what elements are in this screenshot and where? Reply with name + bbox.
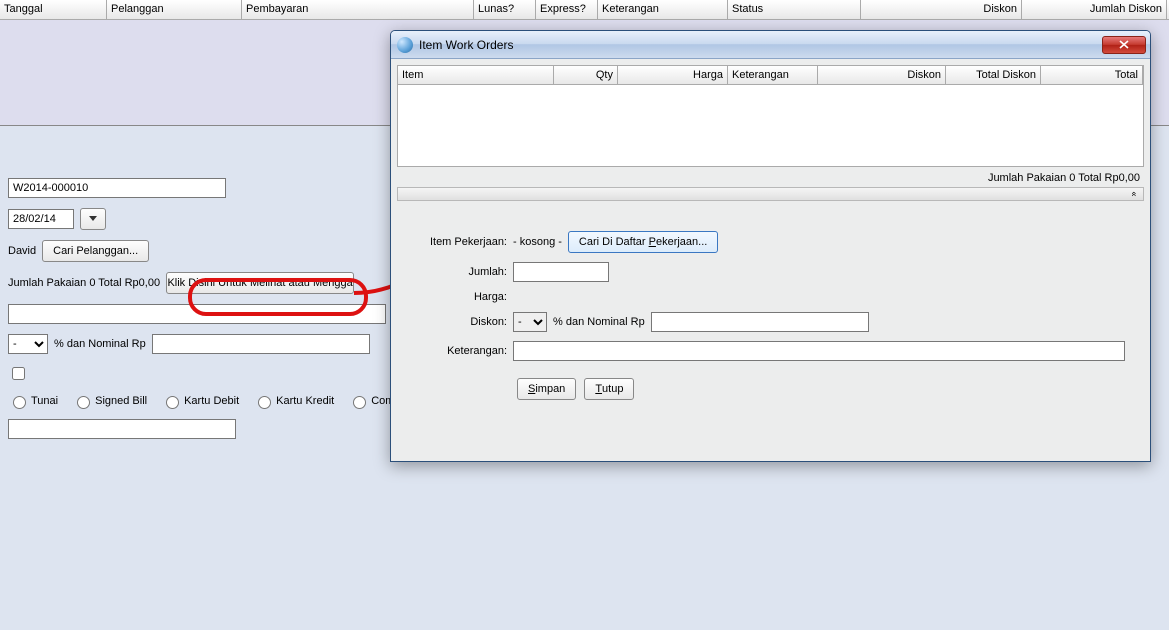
items-summary: Jumlah Pakaian 0 Total Rp0,00: [8, 277, 160, 289]
date-input[interactable]: [8, 209, 74, 229]
extra-input[interactable]: [8, 419, 236, 439]
discount-label: % dan Nominal Rp: [54, 338, 146, 350]
pay-credit-radio[interactable]: [258, 396, 271, 409]
dlg-col-qty[interactable]: Qty: [554, 66, 618, 84]
dlg-col-total[interactable]: Total: [1041, 66, 1143, 84]
diskon-select[interactable]: -: [513, 312, 547, 332]
close-icon: [1119, 40, 1129, 49]
discount-select[interactable]: -: [8, 334, 48, 354]
col-header-express[interactable]: Express?: [536, 0, 598, 19]
pay-signedbill-radio[interactable]: [77, 396, 90, 409]
diskon-label: Diskon:: [407, 316, 507, 328]
dialog-summary: Jumlah Pakaian 0 Total Rp0,00: [397, 167, 1144, 187]
item-label: Item Pekerjaan:: [407, 236, 507, 248]
search-job-button[interactable]: Cari Di Daftar Pekerjaan...: [568, 231, 718, 253]
item-work-orders-dialog: Item Work Orders Item Qty Harga Keterang…: [390, 30, 1151, 462]
date-dropdown-button[interactable]: [80, 208, 106, 230]
find-customer-button[interactable]: Cari Pelanggan...: [42, 240, 149, 262]
col-header-pembayaran[interactable]: Pembayaran: [242, 0, 474, 19]
col-header-pelanggan[interactable]: Pelanggan: [107, 0, 242, 19]
dialog-close-button[interactable]: [1102, 36, 1146, 54]
dialog-title: Item Work Orders: [419, 38, 513, 52]
diskon-nominal-input[interactable]: [651, 312, 869, 332]
simpan-button[interactable]: Simpan: [517, 378, 576, 400]
col-header-jumlah-diskon[interactable]: Jumlah Diskon: [1022, 0, 1167, 19]
dialog-form: Item Pekerjaan: - kosong - Cari Di Dafta…: [397, 201, 1144, 410]
chevron-down-icon: [89, 216, 97, 222]
dlg-col-keterangan[interactable]: Keterangan: [728, 66, 818, 84]
pay-tunai-radio[interactable]: [13, 396, 26, 409]
dialog-grid-body[interactable]: [397, 85, 1144, 167]
order-number-input[interactable]: [8, 178, 226, 198]
item-value: - kosong -: [513, 236, 562, 248]
pay-signedbill-label[interactable]: Signed Bill: [72, 393, 147, 409]
customer-name: David: [8, 245, 36, 257]
tutup-button[interactable]: Tutup: [584, 378, 634, 400]
diskon-suffix: % dan Nominal Rp: [553, 316, 645, 328]
dialog-titlebar[interactable]: Item Work Orders: [391, 31, 1150, 59]
chevron-up-icon: «: [1128, 191, 1140, 196]
discount-nominal-input[interactable]: [152, 334, 370, 354]
view-items-button[interactable]: Klik Disini Untuk Melihat atau Mengga: [166, 272, 354, 294]
col-header-status[interactable]: Status: [728, 0, 861, 19]
dialog-collapse-bar[interactable]: «: [397, 187, 1144, 201]
dlg-col-totaldiskon[interactable]: Total Diskon: [946, 66, 1041, 84]
dlg-col-harga[interactable]: Harga: [618, 66, 728, 84]
col-header-lunas[interactable]: Lunas?: [474, 0, 536, 19]
jumlah-label: Jumlah:: [407, 266, 507, 278]
notes-input[interactable]: [8, 304, 386, 324]
pay-debit-radio[interactable]: [166, 396, 179, 409]
col-header-diskon[interactable]: Diskon: [861, 0, 1022, 19]
dialog-app-icon: [397, 37, 413, 53]
col-header-keterangan[interactable]: Keterangan: [598, 0, 728, 19]
keterangan-input[interactable]: [513, 341, 1125, 361]
pay-tunai-label[interactable]: Tunai: [8, 393, 58, 409]
jumlah-input[interactable]: [513, 262, 609, 282]
harga-label: Harga:: [407, 291, 507, 303]
pay-compl-radio[interactable]: [353, 396, 366, 409]
dlg-col-diskon[interactable]: Diskon: [818, 66, 946, 84]
paid-checkbox[interactable]: [12, 367, 25, 380]
pay-debit-label[interactable]: Kartu Debit: [161, 393, 239, 409]
dlg-col-item[interactable]: Item: [398, 66, 554, 84]
main-table-header: Tanggal Pelanggan Pembayaran Lunas? Expr…: [0, 0, 1169, 20]
dialog-table-header: Item Qty Harga Keterangan Diskon Total D…: [397, 65, 1144, 85]
keterangan-label: Keterangan:: [407, 345, 507, 357]
pay-credit-label[interactable]: Kartu Kredit: [253, 393, 334, 409]
col-header-tanggal[interactable]: Tanggal: [0, 0, 107, 19]
